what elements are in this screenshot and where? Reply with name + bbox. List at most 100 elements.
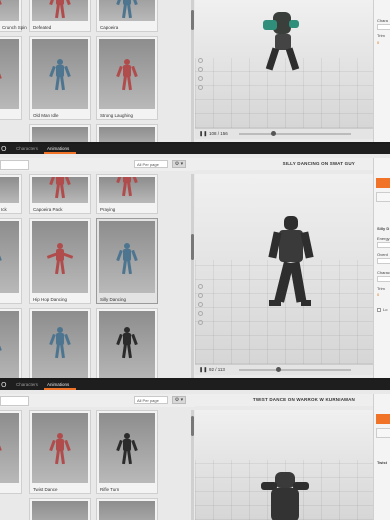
character-label: Chara xyxy=(377,18,388,23)
character-field[interactable] xyxy=(377,24,390,30)
character-arm-slider[interactable] xyxy=(377,276,390,282)
character-model xyxy=(267,216,317,326)
animation-tile[interactable] xyxy=(0,308,22,378)
viewer-tools[interactable] xyxy=(198,58,203,94)
tile-label: Hip Hop Dancing xyxy=(33,297,68,302)
overdrive-slider[interactable] xyxy=(377,258,390,264)
energy-slider[interactable] xyxy=(377,242,390,248)
animation-name: Twist xyxy=(377,460,387,465)
queue-button[interactable] xyxy=(376,192,390,202)
tile-thumbnail xyxy=(32,39,88,109)
animation-tile[interactable]: Hip Hop Dancing xyxy=(29,218,91,304)
animation-tile[interactable] xyxy=(96,308,158,378)
tile-label: Strong Laughing xyxy=(100,113,134,118)
settings-panel: Silly D Energy Overd Charac Trim 0 Lo xyxy=(373,158,390,378)
gear-icon[interactable]: ⚙ ▾ xyxy=(172,396,186,404)
frame-counter: 92 / 113 xyxy=(209,367,225,372)
viewer-title: TWIST DANCE ON WARROK W KURNIAWAN xyxy=(195,394,373,406)
character-arm-label: Charac xyxy=(377,270,390,275)
tile-thumbnail xyxy=(0,39,19,109)
animation-tile[interactable] xyxy=(96,124,158,142)
per-page-select[interactable]: All Per page xyxy=(134,396,168,404)
trim-label: Trim xyxy=(377,286,385,291)
animation-tile[interactable]: Twist Dance xyxy=(29,410,91,494)
settings-panel: Chara Trim 0 xyxy=(373,0,390,142)
animation-tile[interactable]: Defeated xyxy=(29,0,91,32)
tile-thumbnail xyxy=(32,413,88,483)
grid-toolbar: All Per page ⚙ ▾ xyxy=(0,158,195,171)
tile-label: Ick xyxy=(1,207,7,212)
pause-icon[interactable]: ❚❚ xyxy=(199,368,207,373)
animation-tile[interactable] xyxy=(0,218,22,304)
animation-grid: Twist Dance Rifle Turn xyxy=(0,410,192,520)
in-place-checkbox[interactable] xyxy=(377,308,381,312)
tile-thumbnail xyxy=(99,501,155,520)
timeline-handle[interactable] xyxy=(276,367,282,372)
download-button[interactable] xyxy=(376,414,390,424)
panel-3: O Characters Animations All Per page ⚙ ▾… xyxy=(0,380,390,520)
animation-tile[interactable]: Praying xyxy=(96,174,158,214)
animation-tile[interactable] xyxy=(29,308,91,378)
animation-viewer[interactable] xyxy=(195,410,373,520)
animation-tile[interactable] xyxy=(29,498,91,520)
tile-thumbnail xyxy=(0,311,19,378)
viewer-tools[interactable] xyxy=(198,284,203,329)
animation-tile[interactable] xyxy=(0,36,22,120)
tile-label: Twist Dance xyxy=(33,487,58,492)
animation-tile[interactable] xyxy=(0,410,22,494)
animation-tile[interactable]: Capoeira Pack xyxy=(29,174,91,214)
animation-tile[interactable]: Ick xyxy=(0,174,22,214)
queue-button[interactable] xyxy=(376,428,390,438)
grid-scrollbar[interactable] xyxy=(191,174,194,378)
pause-icon[interactable]: ❚❚ xyxy=(199,132,207,137)
animation-tile[interactable]: Crunch Spin xyxy=(0,0,27,32)
tile-thumbnail xyxy=(32,221,88,293)
animation-viewer[interactable] xyxy=(195,0,373,128)
tile-thumbnail xyxy=(32,177,88,203)
animation-grid: Ick Capoeira Pack Praying Hip Hop Dancin… xyxy=(0,174,192,378)
tile-label: Capoeira xyxy=(100,25,119,30)
tile-thumbnail xyxy=(99,221,155,293)
gear-icon[interactable]: ⚙ ▾ xyxy=(172,160,186,168)
animation-grid: Crunch Spin Defeated Capoeira Old Man Id… xyxy=(0,0,192,142)
trim-value: 0 xyxy=(377,292,380,297)
grid-scrollbar[interactable] xyxy=(191,0,194,142)
tile-label: Capoeira Pack xyxy=(33,207,63,212)
animation-viewer[interactable] xyxy=(195,174,373,364)
animation-tile[interactable] xyxy=(29,124,91,142)
animation-tile[interactable]: Old Man Idle xyxy=(29,36,91,120)
app-logo: O xyxy=(1,145,7,153)
search-input[interactable] xyxy=(0,160,29,170)
animation-tile[interactable]: Capoeira xyxy=(96,0,158,32)
active-tab-underline xyxy=(44,388,76,390)
tab-characters[interactable]: Characters xyxy=(16,382,38,387)
search-input[interactable] xyxy=(0,396,29,406)
active-tab-underline xyxy=(44,152,76,154)
tile-thumbnail xyxy=(0,221,19,293)
tile-thumbnail xyxy=(32,0,88,21)
tile-label: Praying xyxy=(100,207,116,212)
tile-label: Silly Dancing xyxy=(100,297,127,302)
download-button[interactable] xyxy=(376,178,390,188)
energy-label: Energy xyxy=(377,236,390,241)
tab-characters[interactable]: Characters xyxy=(16,146,38,151)
tile-thumbnail xyxy=(99,413,155,483)
panel-1: Crunch Spin Defeated Capoeira Old Man Id… xyxy=(0,0,390,142)
timeline-slider[interactable] xyxy=(239,133,351,135)
character-model xyxy=(255,472,315,520)
tile-label: Defeated xyxy=(33,25,52,30)
grid-scrollbar[interactable] xyxy=(191,410,194,520)
animation-tile-selected[interactable]: Silly Dancing xyxy=(96,218,158,304)
tile-thumbnail xyxy=(0,0,19,21)
timeline-slider[interactable] xyxy=(239,369,351,371)
tile-label: Old Man Idle xyxy=(33,113,59,118)
animation-tile[interactable]: Rifle Turn xyxy=(96,410,158,494)
animation-tile[interactable] xyxy=(96,498,158,520)
tile-thumbnail xyxy=(99,127,155,142)
per-page-select[interactable]: All Per page xyxy=(134,160,168,168)
tab-animations[interactable]: Animations xyxy=(47,382,69,387)
animation-tile[interactable]: Strong Laughing xyxy=(96,36,158,120)
timeline-handle[interactable] xyxy=(270,131,276,136)
top-nav: O Characters Animations xyxy=(0,380,390,390)
tab-animations[interactable]: Animations xyxy=(47,146,69,151)
